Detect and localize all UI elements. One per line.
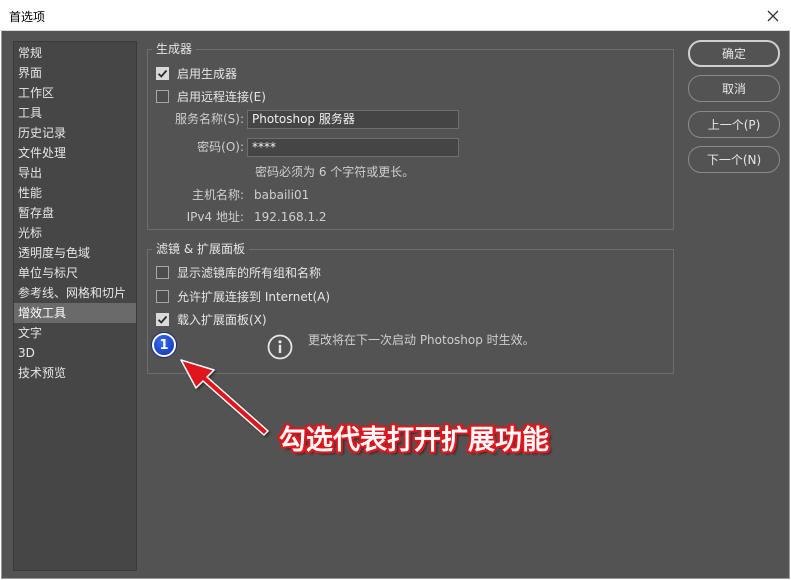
generator-group: 生成器 启用生成器 启用远程连接(E) 服务名称(S): Photoshop 服… <box>147 41 674 230</box>
restart-note: 更改将在下一次启动 Photoshop 时生效。 <box>308 333 535 347</box>
filters-extensions-group-title: 滤镜 & 扩展面板 <box>152 241 249 257</box>
preferences-sidebar: 常规 界面 工作区 工具 历史记录 文件处理 导出 性能 暂存盘 光标 透明度与色域 单位与标尺 参考线… <box>13 41 137 571</box>
allow-extensions-internet-row[interactable]: 允许扩展连接到 Internet(A) <box>156 287 330 305</box>
sidebar-item[interactable]: 暂存盘 <box>14 203 136 223</box>
preferences-dialog: 常规 界面 工作区 工具 历史记录 文件处理 导出 性能 暂存盘 光标 透明度与色域 单位与标尺 参考线… <box>1 31 790 579</box>
window-title: 首选项 <box>9 10 46 24</box>
load-extension-panels-label: 载入扩展面板(X) <box>177 312 267 327</box>
enable-remote-row[interactable]: 启用远程连接(E) <box>156 87 266 105</box>
filters-extensions-group: 滤镜 & 扩展面板 显示滤镜库的所有组和名称 允许扩展连接到 Internet(… <box>147 241 674 374</box>
info-icon <box>267 334 293 360</box>
ipv4-value: 192.168.1.2 <box>254 210 327 224</box>
checkmark-icon <box>157 69 168 78</box>
show-filter-gallery-row[interactable]: 显示滤镜库的所有组和名称 <box>156 263 321 281</box>
sidebar-item[interactable]: 常规 <box>14 43 136 63</box>
allow-extensions-internet-label: 允许扩展连接到 Internet(A) <box>177 289 331 304</box>
title-bar: 首选项 <box>0 0 791 31</box>
sidebar-item[interactable]: 文字 <box>14 323 136 343</box>
load-extension-panels-row[interactable]: 载入扩展面板(X) <box>156 310 267 328</box>
sidebar-item[interactable]: 性能 <box>14 183 136 203</box>
load-extension-panels-checkbox[interactable] <box>156 312 169 326</box>
sidebar-item[interactable]: 参考线、网格和切片 <box>14 283 136 303</box>
show-filter-gallery-checkbox[interactable] <box>156 265 169 279</box>
close-icon <box>767 10 779 21</box>
sidebar-item[interactable]: 技术预览 <box>14 363 136 383</box>
service-name-label: 服务名称(S): <box>174 112 244 126</box>
show-filter-gallery-label: 显示滤镜库的所有组和名称 <box>177 265 322 280</box>
sidebar-item[interactable]: 界面 <box>14 63 136 83</box>
cancel-button[interactable]: 取消 <box>688 75 780 102</box>
allow-extensions-internet-checkbox[interactable] <box>156 289 169 303</box>
enable-remote-checkbox[interactable] <box>156 89 169 103</box>
sidebar-item[interactable]: 历史记录 <box>14 123 136 143</box>
sidebar-item[interactable]: 导出 <box>14 163 136 183</box>
step-number-badge: 1 <box>152 333 176 357</box>
host-name-value: babaili01 <box>254 188 310 202</box>
enable-generator-row[interactable]: 启用生成器 <box>156 64 237 82</box>
ok-button[interactable]: 确定 <box>688 40 780 67</box>
enable-remote-label: 启用远程连接(E) <box>177 89 266 104</box>
ipv4-label: IPv4 地址: <box>186 210 244 224</box>
sidebar-item[interactable]: 增效工具 <box>14 303 136 323</box>
sidebar-item[interactable]: 透明度与色域 <box>14 243 136 263</box>
enable-generator-label: 启用生成器 <box>177 66 238 81</box>
sidebar-item[interactable]: 文件处理 <box>14 143 136 163</box>
callout-text: 勾选代表打开扩展功能 <box>279 425 549 456</box>
sidebar-item[interactable]: 光标 <box>14 223 136 243</box>
sidebar-item[interactable]: 单位与标尺 <box>14 263 136 283</box>
sidebar-item[interactable]: 工作区 <box>14 83 136 103</box>
close-button[interactable] <box>755 0 791 31</box>
password-input[interactable]: **** <box>247 138 459 157</box>
next-button[interactable]: 下一个(N) <box>688 146 780 173</box>
sidebar-item[interactable]: 工具 <box>14 103 136 123</box>
checkmark-icon <box>157 315 168 324</box>
service-name-input[interactable]: Photoshop 服务器 <box>247 110 459 129</box>
password-hint: 密码必须为 6 个字符或更长。 <box>255 165 415 179</box>
generator-group-title: 生成器 <box>152 41 197 57</box>
host-name-label: 主机名称: <box>191 188 244 202</box>
enable-generator-checkbox[interactable] <box>156 66 169 80</box>
previous-button[interactable]: 上一个(P) <box>688 111 780 138</box>
sidebar-item[interactable]: 3D <box>14 343 136 363</box>
password-label: 密码(O): <box>197 140 244 154</box>
